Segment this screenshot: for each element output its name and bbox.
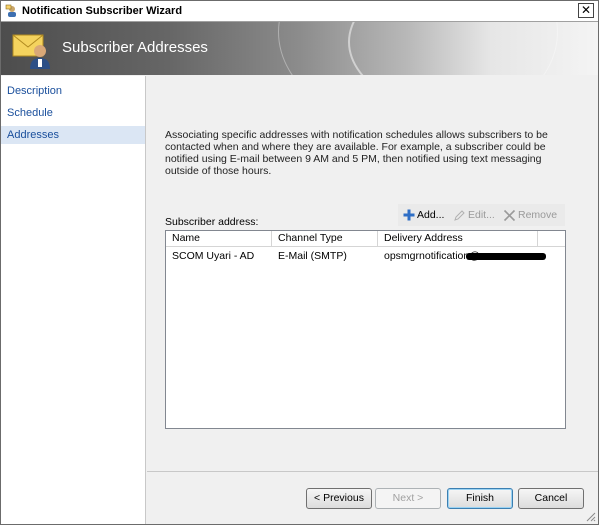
cell-channel-type: E-Mail (SMTP) [278, 250, 347, 262]
plus-icon [403, 209, 415, 221]
cell-delivery-address: opsmgrnotification@ [378, 249, 565, 265]
wizard-window: Notification Subscriber Wizard ✕ Subscri… [0, 0, 599, 525]
column-header-delivery-address[interactable]: Delivery Address [378, 231, 538, 247]
title-bar: Notification Subscriber Wizard ✕ [1, 1, 598, 22]
redaction-mark [466, 253, 546, 260]
app-icon [5, 4, 16, 17]
edit-label: Edit... [468, 209, 495, 221]
next-button[interactable]: Next > [375, 488, 441, 509]
resize-grip-icon[interactable] [584, 510, 596, 522]
envelope-person-icon [12, 34, 50, 69]
page-heading: Subscriber Addresses [62, 39, 208, 56]
previous-button[interactable]: < Previous [306, 488, 372, 509]
cell-name: SCOM Uyari - AD [172, 250, 255, 262]
add-label: Add... [417, 209, 445, 221]
add-button[interactable]: Add... [403, 207, 444, 223]
remove-button[interactable]: Remove [503, 207, 557, 223]
remove-label: Remove [518, 209, 558, 221]
address-list[interactable]: Name Channel Type Delivery Address SCOM … [165, 230, 566, 429]
nav-item-schedule[interactable]: Schedule [1, 104, 145, 122]
edit-button[interactable]: Edit... [453, 207, 495, 223]
finish-button[interactable]: Finish [447, 488, 513, 509]
table-row[interactable]: SCOM Uyari - AD E-Mail (SMTP) opsmgrnoti… [166, 249, 565, 265]
column-header-name[interactable]: Name [166, 231, 272, 247]
header-banner: Subscriber Addresses [1, 22, 598, 75]
close-button[interactable]: ✕ [578, 3, 594, 18]
wizard-nav: Description Schedule Addresses [1, 76, 146, 524]
nav-item-addresses[interactable]: Addresses [1, 126, 145, 144]
nav-item-description[interactable]: Description [1, 82, 145, 100]
pencil-icon [454, 209, 465, 221]
subscriber-address-label: Subscriber address: [165, 216, 259, 228]
window-title: Notification Subscriber Wizard [22, 5, 183, 17]
x-icon [503, 209, 516, 221]
page-description: Associating specific addresses with noti… [165, 129, 548, 177]
address-toolbar: Add... Edit... Remove [398, 204, 565, 226]
column-header-channel-type[interactable]: Channel Type [272, 231, 378, 247]
cancel-button[interactable]: Cancel [518, 488, 584, 509]
footer-divider [147, 471, 598, 472]
main-content: Associating specific addresses with noti… [147, 76, 598, 524]
list-header: Name Channel Type Delivery Address [166, 231, 565, 247]
